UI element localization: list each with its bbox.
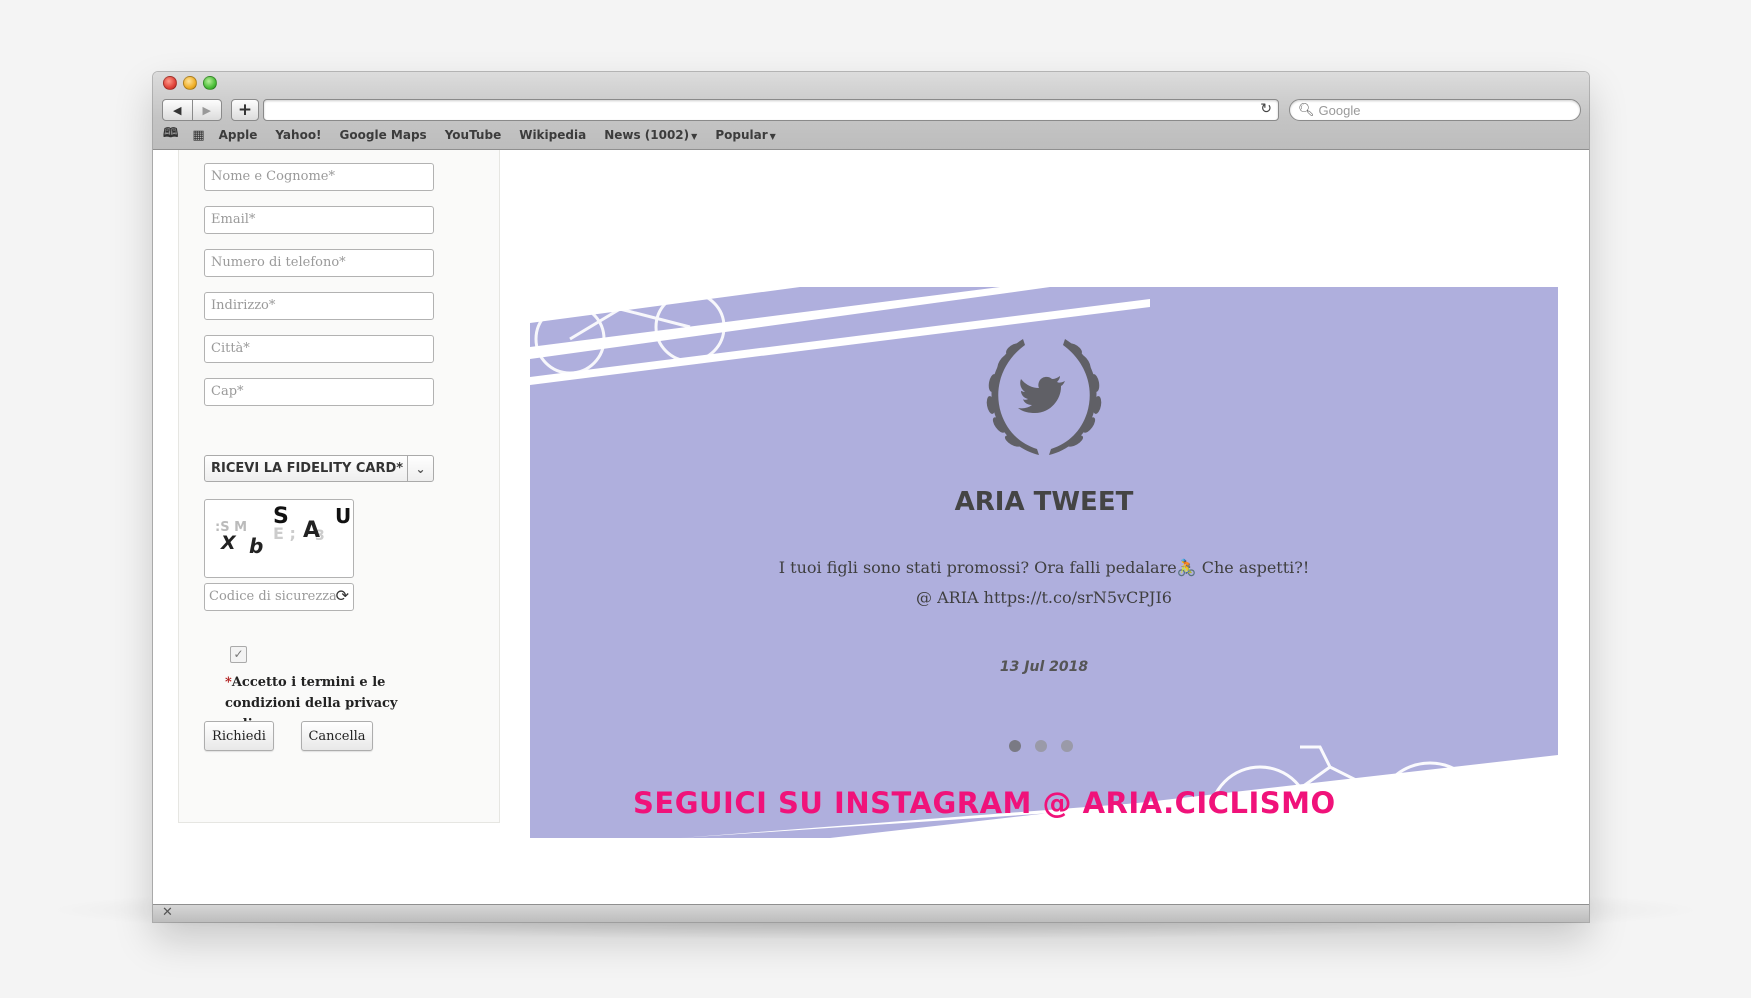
zoom-window-button[interactable] bbox=[203, 76, 217, 90]
privacy-checkbox[interactable]: ✓ bbox=[230, 646, 247, 663]
tweet-text-line: I tuoi figli sono stati promossi? Ora fa… bbox=[778, 558, 1310, 577]
forward-button[interactable]: ▶ bbox=[191, 100, 222, 120]
chevron-down-icon: ▼ bbox=[691, 132, 698, 141]
twitter-wreath-icon bbox=[986, 339, 1102, 455]
address-field[interactable]: Indirizzo* bbox=[204, 292, 434, 320]
bookmark-wikipedia[interactable]: Wikipedia bbox=[519, 128, 586, 142]
captcha-letter: U bbox=[335, 504, 352, 528]
phone-placeholder: Numero di telefono* bbox=[211, 255, 346, 270]
city-placeholder: Città* bbox=[211, 341, 250, 356]
browser-toolbar: ◀ ▶ + ↻ 🔍︎ Google 🕮︎ ▦ Apple Yahoo! Goog… bbox=[153, 72, 1589, 150]
bookmark-yahoo[interactable]: Yahoo! bbox=[275, 128, 321, 142]
checkmark-icon: ✓ bbox=[233, 647, 244, 661]
carousel-dot[interactable] bbox=[1009, 740, 1021, 752]
fidelity-card-value: RICEVI LA FIDELITY CARD* bbox=[211, 461, 404, 476]
submit-button[interactable]: Richiedi bbox=[204, 721, 274, 751]
top-sites-grid-icon[interactable]: ▦ bbox=[192, 128, 204, 143]
email-field[interactable]: Email* bbox=[204, 206, 434, 234]
tweet-banner: ARIA TWEET I tuoi figli sono stati promo… bbox=[530, 287, 1558, 838]
close-window-button[interactable] bbox=[163, 76, 177, 90]
refresh-captcha-icon[interactable]: ⟳ bbox=[335, 586, 349, 605]
captcha-letter: b bbox=[249, 534, 264, 558]
tweet-link-line[interactable]: @ ARIA https://t.co/srN5vCPJI6 bbox=[530, 583, 1558, 613]
back-button[interactable]: ◀ bbox=[163, 100, 192, 120]
bookmark-popular-label: Popular bbox=[715, 128, 768, 142]
bookmarks-bar: 🕮︎ ▦ Apple Yahoo! Google Maps YouTube Wi… bbox=[163, 126, 794, 144]
request-form: Nome e Cognome* Email* Numero di telefon… bbox=[178, 150, 500, 823]
status-bar: ✕ bbox=[153, 904, 1589, 922]
email-placeholder: Email* bbox=[211, 212, 256, 227]
address-bar[interactable]: ↻ bbox=[263, 99, 1279, 121]
captcha-image: :S M E ; 3 X b S A U bbox=[204, 499, 354, 578]
zip-placeholder: Cap* bbox=[211, 384, 244, 399]
search-input[interactable]: 🔍︎ Google bbox=[1289, 99, 1581, 121]
bookmark-youtube[interactable]: YouTube bbox=[445, 128, 502, 142]
name-placeholder: Nome e Cognome* bbox=[211, 169, 335, 184]
cancel-button[interactable]: Cancella bbox=[301, 721, 373, 751]
security-code-placeholder: Codice di sicurezza* bbox=[209, 589, 344, 604]
plus-icon: + bbox=[237, 100, 253, 120]
bookmark-news-folder[interactable]: News (1002) ▼ bbox=[604, 128, 697, 142]
nav-buttons: ◀ ▶ bbox=[162, 99, 222, 121]
bookmark-google-maps[interactable]: Google Maps bbox=[340, 128, 427, 142]
chevron-down-icon: ▼ bbox=[769, 132, 776, 141]
bookmark-apple[interactable]: Apple bbox=[219, 128, 258, 142]
captcha-letter: S bbox=[273, 504, 289, 529]
cancel-button-label: Cancella bbox=[308, 728, 366, 744]
phone-field[interactable]: Numero di telefono* bbox=[204, 249, 434, 277]
forward-arrow-icon: ▶ bbox=[202, 103, 211, 117]
instagram-heading[interactable]: SEGUICI SU INSTAGRAM @ ARIA.CICLISMO bbox=[153, 786, 1589, 820]
fidelity-card-select[interactable]: RICEVI LA FIDELITY CARD* ⌄ bbox=[204, 455, 434, 482]
bookmark-popular-folder[interactable]: Popular ▼ bbox=[715, 128, 775, 142]
bookmark-news-label: News (1002) bbox=[604, 128, 690, 142]
window-controls bbox=[163, 76, 217, 90]
carousel-dots bbox=[1009, 740, 1073, 752]
search-icon: 🔍︎ bbox=[1298, 102, 1315, 118]
captcha-letter: X bbox=[221, 532, 236, 554]
carousel-dot[interactable] bbox=[1035, 740, 1047, 752]
security-code-field[interactable]: Codice di sicurezza* ⟳ bbox=[204, 583, 354, 611]
tweet-date: 13 Jul 2018 bbox=[999, 659, 1089, 675]
city-field[interactable]: Città* bbox=[204, 335, 434, 363]
tweet-body: I tuoi figli sono stati promossi? Ora fa… bbox=[530, 553, 1558, 613]
captcha-letter: A bbox=[303, 518, 321, 543]
tweet-title: ARIA TWEET bbox=[954, 487, 1134, 517]
search-placeholder: Google bbox=[1318, 102, 1361, 118]
submit-button-label: Richiedi bbox=[212, 728, 266, 744]
close-icon[interactable]: ✕ bbox=[162, 905, 173, 920]
name-field[interactable]: Nome e Cognome* bbox=[204, 163, 434, 191]
carousel-dot[interactable] bbox=[1061, 740, 1073, 752]
back-arrow-icon: ◀ bbox=[173, 103, 182, 117]
zip-field[interactable]: Cap* bbox=[204, 378, 434, 406]
chevron-down-icon: ⌄ bbox=[407, 456, 433, 481]
reload-icon[interactable]: ↻ bbox=[1260, 101, 1272, 117]
reading-list-icon[interactable]: 🕮︎ bbox=[163, 124, 178, 146]
new-tab-button[interactable]: + bbox=[231, 99, 259, 121]
minimize-window-button[interactable] bbox=[183, 76, 197, 90]
page-content: Nome e Cognome* Email* Numero di telefon… bbox=[153, 150, 1589, 910]
browser-window: ◀ ▶ + ↻ 🔍︎ Google 🕮︎ ▦ Apple Yahoo! Goog… bbox=[153, 72, 1589, 922]
address-placeholder: Indirizzo* bbox=[211, 298, 276, 313]
required-asterisk: * bbox=[225, 675, 232, 690]
